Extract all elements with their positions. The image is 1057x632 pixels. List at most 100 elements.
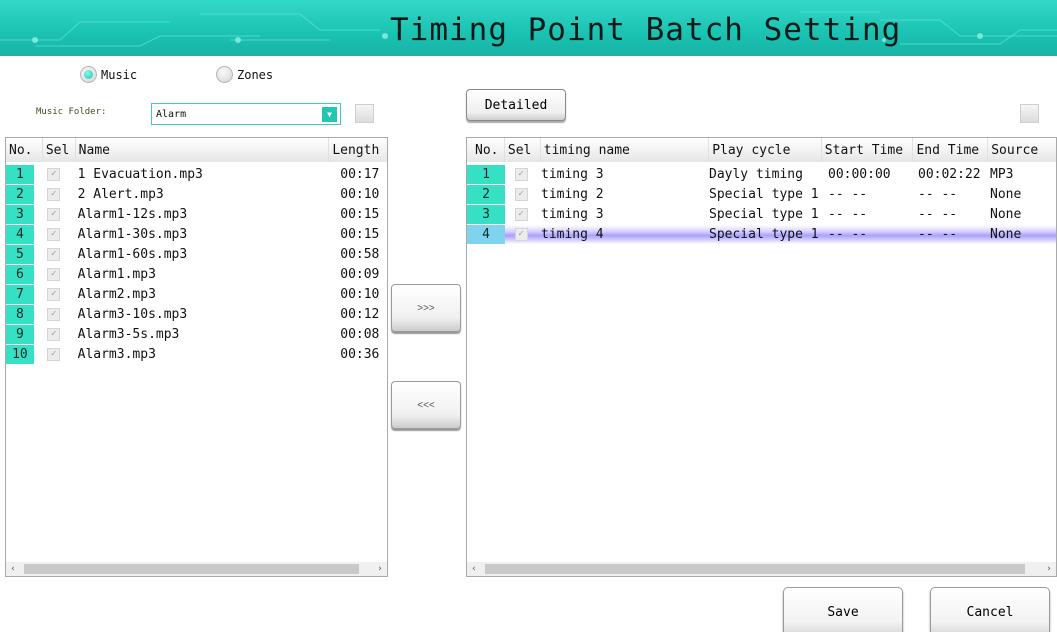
timing-name: timing 4 bbox=[541, 227, 604, 242]
music-name: 2 Alert.mp3 bbox=[77, 187, 164, 202]
music-name: 1 Evacuation.mp3 bbox=[77, 167, 203, 182]
detailed-button[interactable]: Detailed bbox=[466, 89, 566, 121]
row-select[interactable]: ✓ bbox=[34, 285, 74, 304]
window-title: Timing Point Batch Setting bbox=[390, 12, 902, 48]
row-select[interactable]: ✓ bbox=[34, 225, 74, 244]
timing-table-scrollbar[interactable]: ‹ › bbox=[467, 562, 1056, 576]
scroll-left-icon[interactable]: ‹ bbox=[6, 564, 20, 574]
music-name: Alarm3.mp3 bbox=[77, 347, 156, 362]
col-no[interactable]: No. bbox=[6, 138, 43, 162]
check-icon[interactable]: ✓ bbox=[47, 208, 61, 221]
table-row[interactable]: 2 ✓ 2 Alert.mp3 00:10 bbox=[6, 185, 387, 204]
row-number: 1 bbox=[467, 165, 505, 184]
check-icon[interactable]: ✓ bbox=[514, 168, 528, 181]
table-row[interactable]: 5 ✓ Alarm1-60s.mp3 00:58 bbox=[6, 245, 387, 264]
select-all-music-checkbox[interactable] bbox=[355, 104, 374, 123]
music-name: Alarm1-12s.mp3 bbox=[77, 207, 188, 222]
timing-name: timing 3 bbox=[541, 167, 604, 182]
check-icon[interactable]: ✓ bbox=[514, 188, 528, 201]
music-folder-label: Music Folder: bbox=[36, 107, 107, 117]
zones-radio[interactable]: Zones bbox=[216, 66, 273, 83]
check-icon[interactable]: ✓ bbox=[514, 208, 528, 221]
check-icon[interactable]: ✓ bbox=[47, 188, 61, 201]
col-sel[interactable]: Sel bbox=[505, 138, 541, 162]
col-sel[interactable]: Sel bbox=[43, 138, 76, 162]
music-length: 00:36 bbox=[340, 347, 380, 362]
row-number: 5 bbox=[6, 245, 34, 264]
row-select[interactable]: ✓ bbox=[34, 245, 74, 264]
check-icon[interactable]: ✓ bbox=[47, 328, 61, 341]
table-row[interactable]: 9 ✓ Alarm3-5s.mp3 00:08 bbox=[6, 325, 387, 344]
save-button[interactable]: Save bbox=[783, 587, 903, 632]
check-icon[interactable]: ✓ bbox=[514, 228, 528, 241]
check-icon[interactable]: ✓ bbox=[47, 308, 61, 321]
row-select[interactable]: ✓ bbox=[34, 185, 74, 204]
source: None bbox=[990, 187, 1022, 202]
table-row[interactable]: 1 ✓ timing 3 Dayly timing 00:00:00 00:02:22 MP… bbox=[467, 165, 1056, 184]
col-play-cycle[interactable]: Play cycle bbox=[709, 138, 822, 162]
table-row[interactable]: 4 ✓ timing 4 Special type 1 -- -- -- -- None bbox=[467, 225, 1056, 244]
row-select[interactable]: ✓ bbox=[34, 265, 74, 284]
remove-from-timing-button[interactable]: <<< bbox=[391, 381, 461, 429]
music-table: No. Sel Name Length 1 ✓ 1 Evacuation.mp3 00… bbox=[5, 137, 388, 577]
check-icon[interactable]: ✓ bbox=[47, 228, 61, 241]
zones-radio-label: Zones bbox=[237, 67, 274, 82]
table-row[interactable]: 7 ✓ Alarm2.mp3 00:10 bbox=[6, 285, 387, 304]
row-number: 4 bbox=[6, 225, 34, 244]
table-row[interactable]: 8 ✓ Alarm3-10s.mp3 00:12 bbox=[6, 305, 387, 324]
music-length: 00:15 bbox=[340, 227, 380, 242]
row-select[interactable]: ✓ bbox=[34, 325, 74, 344]
col-start-time[interactable]: Start Time bbox=[822, 138, 914, 162]
music-table-scrollbar[interactable]: ‹ › bbox=[6, 562, 387, 576]
music-radio[interactable]: Music bbox=[80, 66, 137, 83]
row-select[interactable]: ✓ bbox=[34, 205, 74, 224]
row-number: 8 bbox=[6, 305, 34, 324]
music-length: 00:10 bbox=[340, 187, 380, 202]
col-source[interactable]: Source bbox=[988, 138, 1056, 162]
music-folder-select[interactable]: Alarm ▼ bbox=[151, 103, 341, 125]
scroll-thumb[interactable] bbox=[485, 564, 1025, 574]
row-number: 2 bbox=[467, 185, 505, 204]
row-select[interactable]: ✓ bbox=[505, 185, 537, 204]
row-number: 9 bbox=[6, 325, 34, 344]
scroll-thumb[interactable] bbox=[24, 564, 359, 574]
music-length: 00:58 bbox=[340, 247, 380, 262]
check-icon[interactable]: ✓ bbox=[47, 288, 61, 301]
music-length: 00:17 bbox=[340, 167, 380, 182]
table-row[interactable]: 3 ✓ timing 3 Special type 1 -- -- -- -- None bbox=[467, 205, 1056, 224]
col-no[interactable]: No. bbox=[467, 138, 505, 162]
table-row[interactable]: 6 ✓ Alarm1.mp3 00:09 bbox=[6, 265, 387, 284]
music-radio-label: Music bbox=[101, 67, 138, 82]
check-icon[interactable]: ✓ bbox=[47, 348, 61, 361]
scroll-right-icon[interactable]: › bbox=[373, 564, 387, 574]
table-row[interactable]: 10 ✓ Alarm3.mp3 00:36 bbox=[6, 345, 387, 364]
col-end-time[interactable]: End Time bbox=[913, 138, 989, 162]
col-length[interactable]: Length bbox=[329, 138, 387, 162]
end-time: -- -- bbox=[918, 207, 958, 222]
music-name: Alarm3-10s.mp3 bbox=[77, 307, 188, 322]
cancel-button[interactable]: Cancel bbox=[930, 587, 1050, 632]
row-number: 4 bbox=[467, 225, 505, 244]
table-row[interactable]: 3 ✓ Alarm1-12s.mp3 00:15 bbox=[6, 205, 387, 224]
row-select[interactable]: ✓ bbox=[34, 165, 74, 184]
check-icon[interactable]: ✓ bbox=[47, 168, 61, 181]
row-select[interactable]: ✓ bbox=[505, 205, 537, 224]
row-select[interactable]: ✓ bbox=[34, 305, 74, 324]
table-row[interactable]: 4 ✓ Alarm1-30s.mp3 00:15 bbox=[6, 225, 387, 244]
scroll-left-icon[interactable]: ‹ bbox=[467, 564, 481, 574]
check-icon[interactable]: ✓ bbox=[47, 268, 61, 281]
table-row[interactable]: 2 ✓ timing 2 Special type 1 -- -- -- -- None bbox=[467, 185, 1056, 204]
row-select[interactable]: ✓ bbox=[34, 345, 74, 364]
check-icon[interactable]: ✓ bbox=[47, 248, 61, 261]
add-to-timing-button[interactable]: >>> bbox=[391, 284, 461, 332]
row-select[interactable]: ✓ bbox=[505, 225, 537, 244]
select-all-timing-checkbox[interactable] bbox=[1020, 104, 1039, 123]
col-timing-name[interactable]: timing name bbox=[541, 138, 710, 162]
table-row[interactable]: 1 ✓ 1 Evacuation.mp3 00:17 bbox=[6, 165, 387, 184]
row-select[interactable]: ✓ bbox=[505, 165, 537, 184]
scroll-right-icon[interactable]: › bbox=[1042, 564, 1056, 574]
music-length: 00:08 bbox=[340, 327, 380, 342]
music-length: 00:10 bbox=[340, 287, 380, 302]
row-number: 2 bbox=[6, 185, 34, 204]
col-name[interactable]: Name bbox=[76, 138, 330, 162]
